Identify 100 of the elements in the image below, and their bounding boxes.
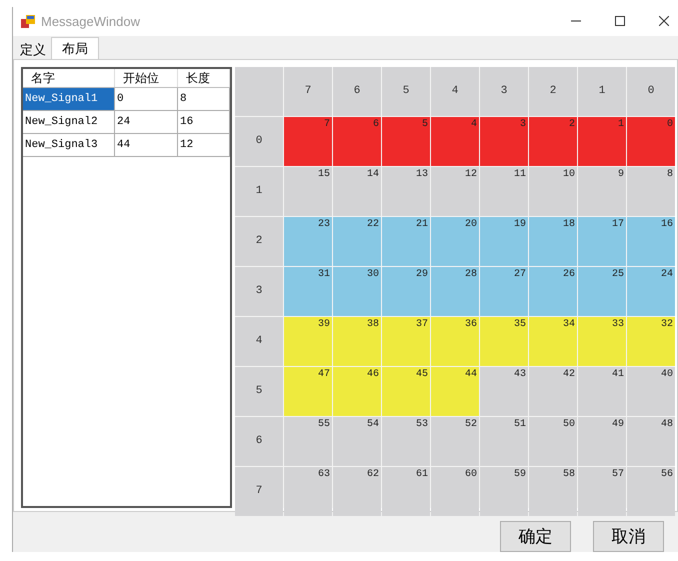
dialog-button[interactable]: 确定 bbox=[500, 521, 571, 552]
column-header: 4 bbox=[431, 66, 479, 116]
bit-cell: 28 bbox=[431, 266, 479, 316]
bit-cell: 63 bbox=[284, 466, 332, 516]
bit-cell: 2 bbox=[529, 116, 577, 166]
bit-cell: 31 bbox=[284, 266, 332, 316]
bit-cell: 34 bbox=[529, 316, 577, 366]
bit-cell: 29 bbox=[382, 266, 430, 316]
bit-cell: 54 bbox=[333, 416, 381, 466]
bit-cell: 61 bbox=[382, 466, 430, 516]
bit-cell: 26 bbox=[529, 266, 577, 316]
column-header[interactable]: 开始位 bbox=[115, 68, 178, 87]
bit-cell: 19 bbox=[480, 216, 528, 266]
bit-cell: 5 bbox=[382, 116, 430, 166]
bit-cell: 39 bbox=[284, 316, 332, 366]
bit-cell: 50 bbox=[529, 416, 577, 466]
bit-cell: 56 bbox=[627, 466, 675, 516]
table-cell: 0 bbox=[115, 88, 178, 110]
bit-cell: 3 bbox=[480, 116, 528, 166]
column-header: 1 bbox=[578, 66, 626, 116]
bit-cell: 43 bbox=[480, 366, 528, 416]
column-header: 3 bbox=[480, 66, 528, 116]
bit-cell: 11 bbox=[480, 166, 528, 216]
bit-cell: 7 bbox=[284, 116, 332, 166]
bit-cell: 47 bbox=[284, 366, 332, 416]
row-header: 0 bbox=[235, 116, 283, 166]
bit-cell: 0 bbox=[627, 116, 675, 166]
bit-cell: 53 bbox=[382, 416, 430, 466]
bit-cell: 48 bbox=[627, 416, 675, 466]
column-header: 7 bbox=[284, 66, 332, 116]
bit-cell: 60 bbox=[431, 466, 479, 516]
bit-cell: 36 bbox=[431, 316, 479, 366]
row-header: 7 bbox=[235, 466, 283, 516]
bit-cell: 24 bbox=[627, 266, 675, 316]
bit-cell: 33 bbox=[578, 316, 626, 366]
bit-cell: 46 bbox=[333, 366, 381, 416]
column-header[interactable]: 名字 bbox=[23, 68, 115, 87]
corner-cell bbox=[235, 66, 283, 116]
bit-cell: 49 bbox=[578, 416, 626, 466]
bit-cell: 8 bbox=[627, 166, 675, 216]
table-cell: New_Signal1 bbox=[23, 88, 115, 110]
bit-cell: 42 bbox=[529, 366, 577, 416]
table-cell: 12 bbox=[178, 134, 230, 156]
bit-cell: 62 bbox=[333, 466, 381, 516]
tab[interactable]: 定义 bbox=[15, 40, 51, 59]
bit-cell: 52 bbox=[431, 416, 479, 466]
bit-cell: 57 bbox=[578, 466, 626, 516]
bit-cell: 59 bbox=[480, 466, 528, 516]
maximize-icon[interactable] bbox=[615, 16, 625, 26]
tab[interactable]: 布局 bbox=[51, 36, 99, 59]
column-header: 2 bbox=[529, 66, 577, 116]
row-header: 6 bbox=[235, 416, 283, 466]
bit-cell: 6 bbox=[333, 116, 381, 166]
bit-cell: 15 bbox=[284, 166, 332, 216]
column-header: 5 bbox=[382, 66, 430, 116]
row-header: 2 bbox=[235, 216, 283, 266]
row-header: 3 bbox=[235, 266, 283, 316]
table-cell: 16 bbox=[178, 110, 230, 133]
bit-cell: 55 bbox=[284, 416, 332, 466]
bit-cell: 35 bbox=[480, 316, 528, 366]
bit-cell: 38 bbox=[333, 316, 381, 366]
bit-cell: 12 bbox=[431, 166, 479, 216]
bit-cell: 10 bbox=[529, 166, 577, 216]
close-icon[interactable] bbox=[659, 16, 669, 26]
table-cell: New_Signal2 bbox=[23, 110, 115, 133]
bit-cell: 9 bbox=[578, 166, 626, 216]
bit-cell: 32 bbox=[627, 316, 675, 366]
window-title: MessageWindow bbox=[41, 12, 140, 31]
bit-cell: 58 bbox=[529, 466, 577, 516]
bit-cell: 25 bbox=[578, 266, 626, 316]
table-cell: 8 bbox=[178, 88, 230, 110]
bit-cell: 18 bbox=[529, 216, 577, 266]
column-header: 0 bbox=[627, 66, 675, 116]
bit-cell: 30 bbox=[333, 266, 381, 316]
bit-cell: 4 bbox=[431, 116, 479, 166]
bit-cell: 40 bbox=[627, 366, 675, 416]
bit-cell: 20 bbox=[431, 216, 479, 266]
column-header[interactable]: 长度 bbox=[178, 68, 230, 87]
bit-cell: 37 bbox=[382, 316, 430, 366]
row-header: 1 bbox=[235, 166, 283, 216]
column-header: 6 bbox=[333, 66, 381, 116]
bit-cell: 22 bbox=[333, 216, 381, 266]
bit-cell: 14 bbox=[333, 166, 381, 216]
bit-cell: 41 bbox=[578, 366, 626, 416]
app-icon bbox=[21, 14, 35, 28]
bit-cell: 1 bbox=[578, 116, 626, 166]
bit-cell: 45 bbox=[382, 366, 430, 416]
bit-cell: 44 bbox=[431, 366, 479, 416]
dialog-button[interactable]: 取消 bbox=[593, 521, 664, 552]
bit-cell: 17 bbox=[578, 216, 626, 266]
table-cell: 24 bbox=[115, 110, 178, 133]
row-header: 5 bbox=[235, 366, 283, 416]
bit-cell: 16 bbox=[627, 216, 675, 266]
table-cell: 44 bbox=[115, 134, 178, 156]
row-header: 4 bbox=[235, 316, 283, 366]
table-cell: New_Signal3 bbox=[23, 134, 115, 156]
bit-cell: 27 bbox=[480, 266, 528, 316]
bit-cell: 13 bbox=[382, 166, 430, 216]
bit-cell: 21 bbox=[382, 216, 430, 266]
bit-cell: 23 bbox=[284, 216, 332, 266]
